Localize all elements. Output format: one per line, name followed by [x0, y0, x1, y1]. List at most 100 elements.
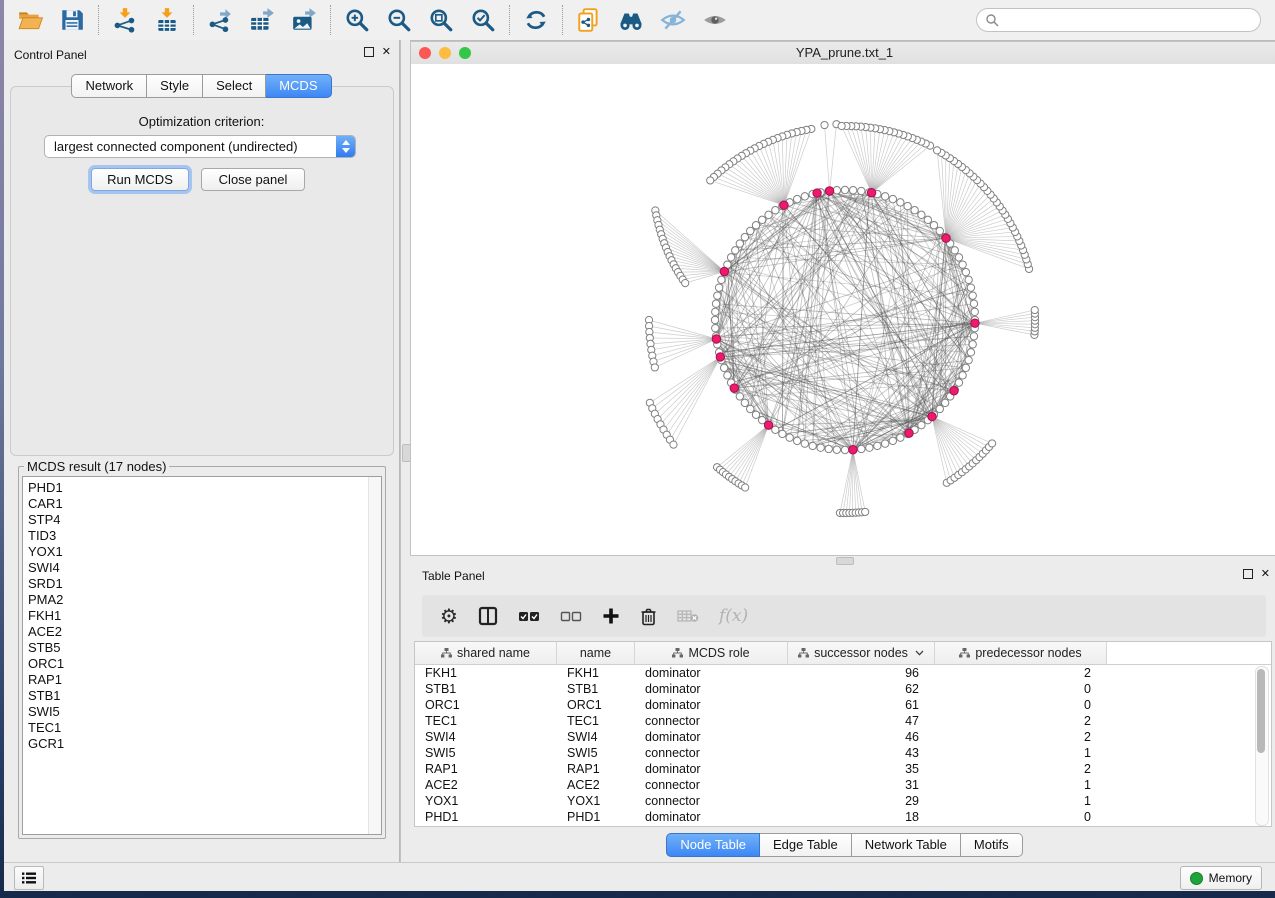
network-node[interactable] — [897, 199, 904, 206]
table-cell[interactable]: 2 — [935, 713, 1107, 729]
network-node[interactable] — [889, 437, 896, 444]
search-input[interactable] — [999, 12, 1260, 28]
table-tab-network-table[interactable]: Network Table — [852, 833, 961, 857]
table-cell[interactable]: 29 — [788, 793, 935, 809]
export-network-icon[interactable] — [207, 7, 233, 33]
table-cell[interactable]: RAP1 — [557, 761, 635, 777]
table-cell[interactable]: SWI5 — [557, 745, 635, 761]
network-node[interactable] — [838, 122, 845, 129]
first-neighbors-icon[interactable] — [618, 7, 644, 33]
export-table-icon[interactable] — [249, 7, 275, 33]
network-node[interactable] — [858, 445, 865, 452]
close-panel-icon[interactable]: ✕ — [382, 47, 391, 57]
network-node[interactable] — [779, 430, 786, 437]
run-mcds-button[interactable]: Run MCDS — [91, 168, 189, 191]
network-node[interactable] — [772, 207, 779, 214]
network-node[interactable] — [707, 177, 714, 184]
close-table-panel-icon[interactable]: ✕ — [1261, 569, 1270, 579]
network-node[interactable] — [747, 405, 754, 412]
show-column-icon[interactable] — [478, 606, 498, 626]
network-node[interactable] — [967, 349, 974, 356]
table-row[interactable]: PHD1PHD1dominator180 — [415, 809, 1271, 825]
table-cell[interactable]: RAP1 — [415, 761, 557, 777]
table-cell[interactable]: connector — [635, 793, 788, 809]
network-node[interactable] — [959, 372, 966, 379]
network-node[interactable] — [874, 442, 881, 449]
network-node[interactable] — [924, 216, 931, 223]
network-node[interactable] — [904, 202, 911, 209]
network-node[interactable] — [955, 254, 962, 261]
table-cell[interactable]: connector — [635, 745, 788, 761]
mcds-result-item[interactable]: ORC1 — [23, 656, 381, 672]
network-node[interactable] — [841, 446, 848, 453]
copy-network-icon[interactable] — [576, 7, 602, 33]
network-node[interactable] — [955, 379, 962, 386]
table-cell[interactable]: SWI4 — [557, 729, 635, 745]
table-cell[interactable]: connector — [635, 777, 788, 793]
network-node[interactable] — [862, 508, 869, 515]
table-cell[interactable]: 96 — [788, 665, 935, 681]
network-node[interactable] — [881, 440, 888, 447]
table-cell[interactable]: 18 — [788, 809, 935, 825]
table-cell[interactable]: ACE2 — [415, 777, 557, 793]
network-node[interactable] — [965, 356, 972, 363]
column-header-predecessor-nodes[interactable]: predecessor nodes — [935, 642, 1107, 664]
network-node[interactable] — [817, 444, 824, 451]
network-node[interactable] — [941, 399, 948, 406]
network-node[interactable] — [965, 276, 972, 283]
mcds-hub-node[interactable] — [942, 234, 950, 242]
delete-column-icon[interactable] — [640, 607, 657, 626]
network-node[interactable] — [801, 440, 808, 447]
table-cell[interactable]: ORC1 — [557, 697, 635, 713]
search-field[interactable] — [976, 8, 1261, 32]
network-node[interactable] — [712, 300, 719, 307]
network-node[interactable] — [758, 216, 765, 223]
list-scrollbar[interactable] — [368, 477, 381, 834]
zoom-out-icon[interactable] — [386, 7, 412, 33]
mcds-hub-node[interactable] — [905, 429, 913, 437]
network-node[interactable] — [715, 284, 722, 291]
mcds-result-list[interactable]: PHD1CAR1STP4TID3YOX1SWI4SRD1PMA2FKH1ACE2… — [22, 476, 382, 835]
column-header-name[interactable]: name — [557, 642, 635, 664]
show-all-icon[interactable] — [702, 7, 728, 33]
table-cell[interactable]: YOX1 — [415, 793, 557, 809]
select-all-rows-icon[interactable] — [518, 609, 540, 623]
table-row[interactable]: TEC1TEC1connector472 — [415, 713, 1271, 729]
memory-button[interactable]: Memory — [1180, 866, 1262, 890]
table-cell[interactable]: 2 — [935, 729, 1107, 745]
network-node[interactable] — [959, 261, 966, 268]
network-node[interactable] — [714, 292, 721, 299]
task-history-button[interactable] — [14, 866, 44, 890]
network-node[interactable] — [962, 268, 969, 275]
table-cell[interactable]: dominator — [635, 681, 788, 697]
mcds-hub-node[interactable] — [720, 267, 728, 275]
table-row[interactable]: SWI5SWI5connector431 — [415, 745, 1271, 761]
apply-function-icon[interactable]: f(x) — [719, 606, 748, 626]
table-cell[interactable]: STB1 — [557, 681, 635, 697]
deselect-all-rows-icon[interactable] — [560, 609, 582, 623]
tab-network[interactable]: Network — [71, 74, 147, 98]
mcds-hub-node[interactable] — [950, 387, 958, 395]
network-node[interactable] — [741, 233, 748, 240]
table-cell[interactable]: FKH1 — [415, 665, 557, 681]
network-node[interactable] — [967, 284, 974, 291]
table-tab-edge-table[interactable]: Edge Table — [760, 833, 852, 857]
mcds-result-item[interactable]: ACE2 — [23, 624, 381, 640]
mcds-result-item[interactable]: YOX1 — [23, 544, 381, 560]
table-cell[interactable]: 1 — [935, 793, 1107, 809]
mcds-result-item[interactable]: CAR1 — [23, 496, 381, 512]
network-node[interactable] — [969, 341, 976, 348]
table-cell[interactable]: 2 — [935, 665, 1107, 681]
mcds-hub-node[interactable] — [971, 319, 979, 327]
table-row[interactable]: STB1STB1dominator620 — [415, 681, 1271, 697]
table-cell[interactable]: 0 — [935, 809, 1107, 825]
mcds-result-item[interactable]: FKH1 — [23, 608, 381, 624]
table-cell[interactable]: SWI4 — [415, 729, 557, 745]
mcds-result-item[interactable]: TEC1 — [23, 720, 381, 736]
tab-mcds[interactable]: MCDS — [266, 74, 331, 98]
table-cell[interactable]: 2 — [935, 761, 1107, 777]
zoom-in-icon[interactable] — [344, 7, 370, 33]
network-node[interactable] — [936, 405, 943, 412]
table-scrollbar[interactable] — [1255, 666, 1269, 826]
network-node[interactable] — [825, 445, 832, 452]
